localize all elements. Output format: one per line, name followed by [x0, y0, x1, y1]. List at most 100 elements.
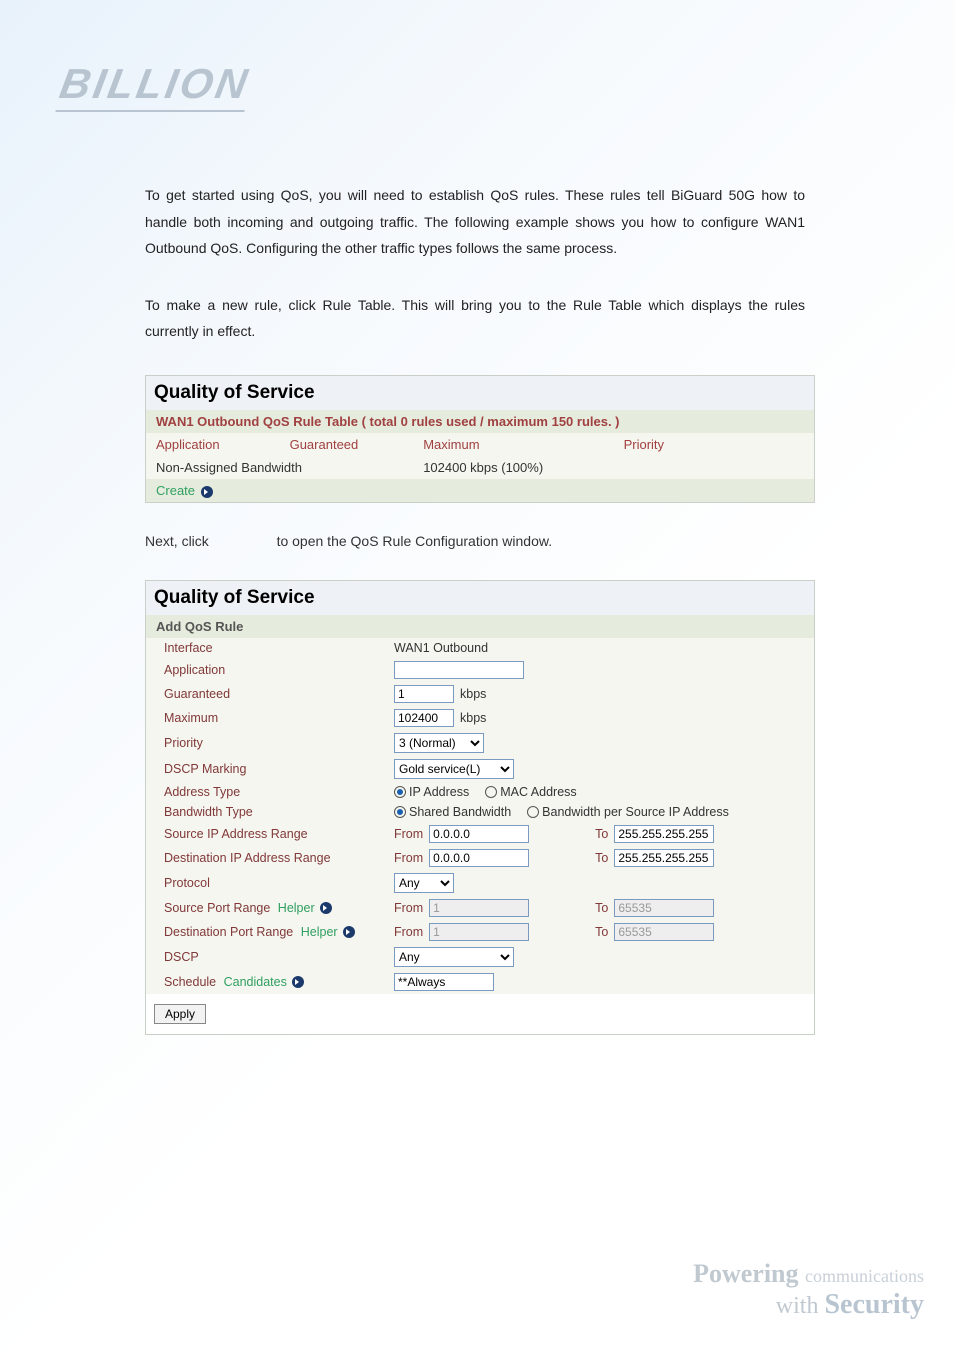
dst-ip-to-input[interactable]	[614, 849, 714, 867]
from-label: From	[394, 827, 423, 841]
create-label: Create	[156, 483, 195, 498]
label-schedule: Schedule	[164, 975, 216, 989]
table-header-row: Application Guaranteed Maximum Priority	[146, 433, 814, 456]
helper-link[interactable]: Helper	[301, 925, 355, 939]
unit-kbps: kbps	[460, 711, 486, 725]
row-address-type: Address Type IP Address MAC Address	[146, 782, 814, 802]
row-dst-port-range: Destination Port Range Helper From To	[146, 920, 814, 944]
src-ip-to-input[interactable]	[614, 825, 714, 843]
guaranteed-input[interactable]	[394, 685, 454, 703]
dscp-select[interactable]: Any	[394, 947, 514, 967]
label-dst-port-range: Destination Port Range	[164, 925, 293, 939]
label-src-ip-range: Source IP Address Range	[154, 827, 394, 841]
create-link[interactable]: Create	[156, 483, 213, 498]
priority-select[interactable]: 3 (Normal)	[394, 733, 484, 753]
row-dscp-marking: DSCP Marking Gold service(L)	[146, 756, 814, 782]
col-priority: Priority	[614, 433, 814, 456]
helper-link[interactable]: Helper	[278, 901, 332, 915]
label-dscp-marking: DSCP Marking	[154, 762, 394, 776]
dst-ip-from-input[interactable]	[429, 849, 529, 867]
radio-dot-icon	[394, 786, 406, 798]
radio-shared-bandwidth[interactable]: Shared Bandwidth	[394, 805, 511, 819]
unit-kbps: kbps	[460, 687, 486, 701]
brand-logo: BILLION	[60, 60, 894, 112]
candidates-link[interactable]: Candidates	[224, 975, 305, 989]
src-ip-from-input[interactable]	[429, 825, 529, 843]
dscp-marking-select[interactable]: Gold service(L)	[394, 759, 514, 779]
label-priority: Priority	[154, 736, 394, 750]
row-application: Application	[146, 658, 814, 682]
radio-dot-icon	[394, 806, 406, 818]
maximum-input[interactable]	[394, 709, 454, 727]
row-dscp: DSCP Any	[146, 944, 814, 970]
dst-port-to-input	[614, 923, 714, 941]
value-interface: WAN1 Outbound	[394, 641, 806, 655]
radio-dot-icon	[527, 806, 539, 818]
apply-button[interactable]: Apply	[154, 1004, 206, 1024]
col-maximum: Maximum	[413, 433, 613, 456]
label-guaranteed: Guaranteed	[154, 687, 394, 701]
table-row: Non-Assigned Bandwidth 102400 kbps (100%…	[146, 456, 814, 479]
after-prefix: Next, click	[145, 533, 209, 549]
rule-table: Application Guaranteed Maximum Priority …	[146, 433, 814, 479]
from-label: From	[394, 901, 423, 915]
label-protocol: Protocol	[154, 876, 394, 890]
brand-logo-text: BILLION	[55, 60, 253, 112]
dst-port-from-input	[429, 923, 529, 941]
src-port-from-input	[429, 899, 529, 917]
protocol-select[interactable]: Any	[394, 873, 454, 893]
cell-max-bw: 102400 kbps (100%)	[413, 456, 613, 479]
radio-mac-address[interactable]: MAC Address	[485, 785, 576, 799]
arrow-right-icon	[201, 486, 213, 498]
radio-bandwidth-per-source[interactable]: Bandwidth per Source IP Address	[527, 805, 729, 819]
add-rule-title: Quality of Service	[146, 581, 814, 615]
create-row: Create	[146, 479, 814, 502]
intro-paragraph-1: To get started using QoS, you will need …	[145, 182, 805, 262]
radio-ip-address[interactable]: IP Address	[394, 785, 469, 799]
to-label: To	[595, 901, 608, 915]
to-label: To	[595, 925, 608, 939]
label-address-type: Address Type	[154, 785, 394, 799]
from-label: From	[394, 851, 423, 865]
row-interface: Interface WAN1 Outbound	[146, 638, 814, 658]
arrow-right-icon	[320, 902, 332, 914]
add-rule-subtitle: Add QoS Rule	[146, 615, 814, 638]
label-application: Application	[154, 663, 394, 677]
label-bandwidth-type: Bandwidth Type	[154, 805, 394, 819]
row-dst-ip-range: Destination IP Address Range From To	[146, 846, 814, 870]
apply-row: Apply	[146, 994, 814, 1034]
row-priority: Priority 3 (Normal)	[146, 730, 814, 756]
footer-brand: Powering communications with Security	[693, 1259, 924, 1321]
from-label: From	[394, 925, 423, 939]
instruction-text: Next, click to open the QoS Rule Configu…	[145, 528, 805, 555]
label-maximum: Maximum	[154, 711, 394, 725]
col-guaranteed: Guaranteed	[280, 433, 414, 456]
row-src-port-range: Source Port Range Helper From To	[146, 896, 814, 920]
row-guaranteed: Guaranteed kbps	[146, 682, 814, 706]
to-label: To	[595, 827, 608, 841]
intro-paragraph-2: To make a new rule, click Rule Table. Th…	[145, 292, 805, 345]
label-interface: Interface	[154, 641, 394, 655]
row-bandwidth-type: Bandwidth Type Shared Bandwidth Bandwidt…	[146, 802, 814, 822]
row-src-ip-range: Source IP Address Range From To	[146, 822, 814, 846]
label-src-port-range: Source Port Range	[164, 901, 270, 915]
add-qos-rule-panel: Quality of Service Add QoS Rule Interfac…	[145, 580, 815, 1035]
application-input[interactable]	[394, 661, 524, 679]
qos-rule-table-panel: Quality of Service WAN1 Outbound QoS Rul…	[145, 375, 815, 503]
to-label: To	[595, 851, 608, 865]
arrow-right-icon	[292, 976, 304, 988]
row-schedule: Schedule Candidates	[146, 970, 814, 994]
footer-with: with	[776, 1293, 819, 1319]
row-maximum: Maximum kbps	[146, 706, 814, 730]
footer-security: Security	[824, 1289, 924, 1320]
label-dscp: DSCP	[154, 950, 394, 964]
rule-table-subtitle: WAN1 Outbound QoS Rule Table ( total 0 r…	[146, 410, 814, 433]
footer-communications: communications	[805, 1266, 924, 1286]
col-application: Application	[146, 433, 280, 456]
footer-powering: Powering	[693, 1259, 798, 1288]
row-protocol: Protocol Any	[146, 870, 814, 896]
rule-table-title: Quality of Service	[146, 376, 814, 410]
src-port-to-input	[614, 899, 714, 917]
schedule-input[interactable]	[394, 973, 494, 991]
radio-dot-icon	[485, 786, 497, 798]
